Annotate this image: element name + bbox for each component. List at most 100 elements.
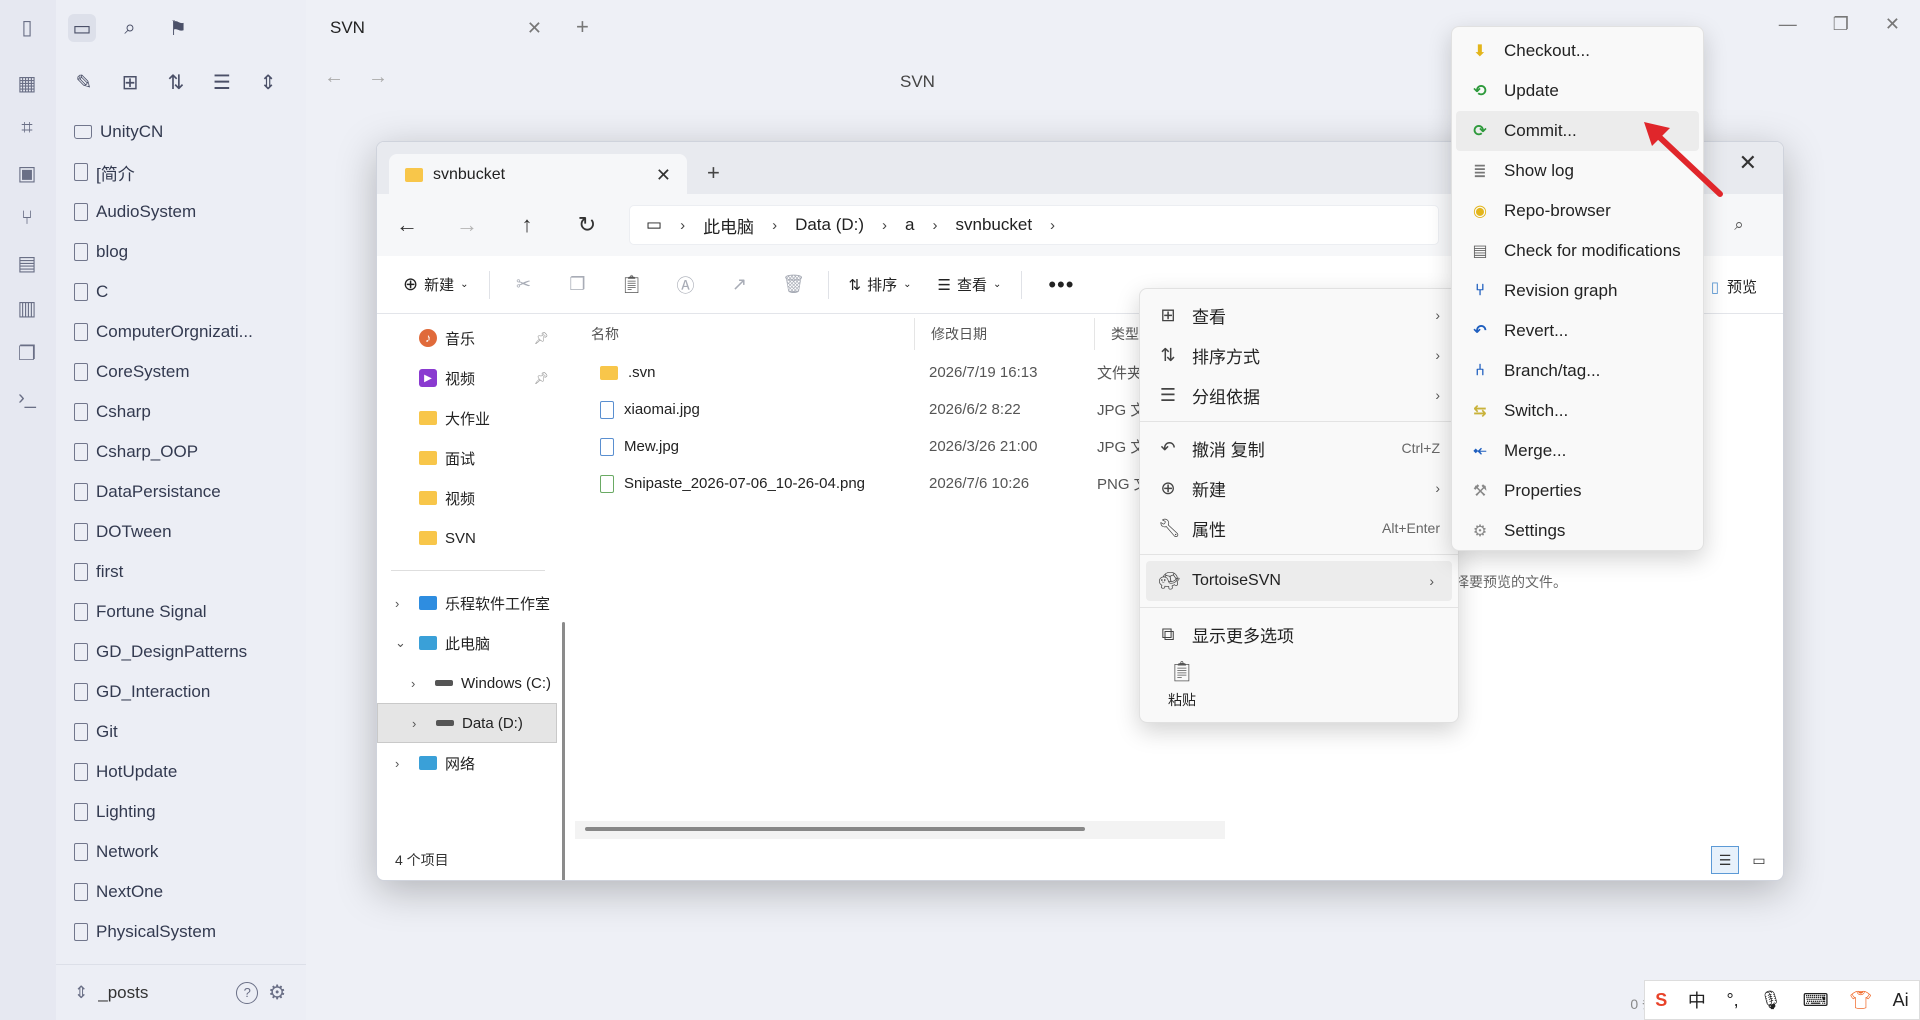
note-item[interactable]: Lighting	[74, 792, 304, 832]
quick-access-item[interactable]: 面试	[377, 438, 557, 478]
chevron-right-icon[interactable]: ›	[395, 756, 399, 771]
context-menu-item[interactable]: 🐢︎ TortoiseSVN ›	[1146, 561, 1452, 601]
note-item[interactable]: Fortune Signal	[74, 592, 304, 632]
note-item[interactable]: AudioSystem	[74, 192, 304, 232]
file-row[interactable]: xiaomai.jpg 2026/6/2 8:22 JPG 文件	[575, 391, 1225, 428]
svn-menu-item[interactable]: ↶ Revert...	[1452, 311, 1703, 351]
note-item[interactable]: Network	[74, 832, 304, 872]
folder-item[interactable]: UnityCN	[74, 112, 304, 152]
note-item[interactable]: Csharp_OOP	[74, 432, 304, 472]
ime-punct-icon[interactable]: °,	[1726, 990, 1738, 1011]
back-arrow-icon[interactable]: ←	[377, 212, 437, 238]
sort-button[interactable]: ⇅ 排序 ⌄	[843, 267, 918, 303]
keyboard-icon[interactable]: ⌨	[1803, 990, 1829, 1011]
new-tab-icon[interactable]: +	[707, 160, 720, 186]
expand-all-icon[interactable]: ⇕	[254, 68, 282, 96]
graph-icon[interactable]: ⌗	[14, 115, 40, 141]
copy-icon[interactable]: ❐	[14, 340, 40, 366]
nav-tree-item[interactable]: › 乐程软件工作室	[377, 583, 557, 623]
note-item[interactable]: C	[74, 272, 304, 312]
explorer-tab[interactable]: svnbucket ✕	[389, 154, 687, 196]
svn-menu-item[interactable]: ▤ Check for modifications	[1452, 231, 1703, 271]
note-item[interactable]: blog	[74, 232, 304, 272]
svn-menu-item[interactable]: ⟲ Update	[1452, 71, 1703, 111]
file-row[interactable]: Mew.jpg 2026/3/26 21:00 JPG 文件	[575, 428, 1225, 465]
forward-icon[interactable]: →	[368, 66, 388, 89]
chevron-right-icon[interactable]: ›	[395, 596, 399, 611]
column-date[interactable]: 修改日期	[915, 317, 1095, 350]
note-item[interactable]: GD_Interaction	[74, 672, 304, 712]
minimize-icon[interactable]: —	[1779, 14, 1797, 35]
svn-menu-item[interactable]: ⬇ Checkout...	[1452, 31, 1703, 71]
address-bar[interactable]: ▭ › 此电脑 › Data (D:) › a › svnbucket ›	[629, 205, 1439, 245]
forward-arrow-icon[interactable]: →	[437, 212, 497, 238]
chevron-right-icon[interactable]: ›	[412, 716, 416, 731]
file-row[interactable]: Snipaste_2026-07-06_10-26-04.png 2026/7/6…	[575, 465, 1225, 502]
close-tab-icon[interactable]: ✕	[527, 18, 542, 39]
svn-menu-item[interactable]: ⇆ Switch...	[1452, 391, 1703, 431]
breadcrumb-folder-svnbucket[interactable]: svnbucket	[956, 215, 1033, 235]
note-item[interactable]: ComputerOrgnizati...	[74, 312, 304, 352]
search-icon[interactable]: ⌕	[116, 14, 144, 42]
calendar-icon[interactable]: ▥	[14, 295, 40, 321]
chevron-down-icon[interactable]: ⌄	[395, 635, 406, 651]
search-icon[interactable]: ⌕	[1719, 205, 1759, 245]
skin-icon[interactable]: 👕︎	[1849, 990, 1872, 1011]
help-icon[interactable]: ?	[236, 981, 259, 1004]
quick-access-item[interactable]: ▶ 视频 📌︎	[377, 358, 557, 398]
context-menu-item[interactable]: ⊕ 新建 ›	[1140, 468, 1458, 508]
quick-access-item[interactable]: 大作业	[377, 398, 557, 438]
svn-menu-item[interactable]: ⤝ Merge...	[1452, 431, 1703, 471]
nav-tree-item[interactable]: › Data (D:)	[377, 703, 557, 743]
tiles-view-icon[interactable]: ▭	[1745, 846, 1773, 874]
collapse-icon[interactable]: ☰	[208, 68, 236, 96]
paste-button[interactable]: 📋︎ 粘贴	[1162, 659, 1202, 710]
canvas-icon[interactable]: ▤	[14, 250, 40, 276]
breadcrumb-folder-a[interactable]: a	[905, 215, 914, 235]
breadcrumb-drive[interactable]: Data (D:)	[795, 215, 864, 235]
ai-icon[interactable]: Ai	[1893, 990, 1909, 1011]
sidebar-toggle-icon[interactable]: ▯	[14, 14, 40, 40]
close-tab-icon[interactable]: ✕	[656, 165, 671, 186]
note-item[interactable]: CoreSystem	[74, 352, 304, 392]
quick-access-item[interactable]: ♪ 音乐 📌︎	[377, 318, 557, 358]
nav-scrollbar[interactable]	[560, 322, 568, 880]
paste-icon[interactable]: 📋︎	[612, 267, 652, 303]
file-row[interactable]: .svn 2026/7/19 16:13 文件夹	[575, 354, 1225, 391]
restore-icon[interactable]: ❐	[1833, 14, 1849, 35]
close-window-icon[interactable]: ✕	[1885, 14, 1900, 35]
note-item[interactable]: GD_DesignPatterns	[74, 632, 304, 672]
vault-switcher[interactable]: ⇕ _posts ? ⚙	[56, 964, 306, 1020]
svn-menu-item[interactable]: ⑂ Revision graph	[1452, 271, 1703, 311]
nav-tree-item[interactable]: › 网络	[377, 743, 557, 783]
files-icon[interactable]: ▭	[68, 14, 96, 42]
svn-menu-item[interactable]: ⚙ Settings	[1452, 511, 1703, 551]
new-button[interactable]: ⊕ 新建 ⌄	[397, 267, 475, 303]
note-item[interactable]: DOTween	[74, 512, 304, 552]
ime-lang-icon[interactable]: 中	[1688, 987, 1706, 1013]
context-menu-item[interactable]: ↶ 撤消 复制 Ctrl+Z	[1140, 428, 1458, 468]
copy-icon[interactable]: ❐	[558, 267, 598, 303]
view-button[interactable]: ☰ 查看 ⌄	[931, 267, 1007, 303]
context-menu-item[interactable]: 🔧︎ 属性 Alt+Enter	[1140, 508, 1458, 548]
quick-access-item[interactable]: 视频	[377, 478, 557, 518]
column-name[interactable]: 名称	[575, 317, 915, 350]
terminal-icon[interactable]: ›_	[14, 385, 40, 411]
rename-icon[interactable]: Ⓐ	[666, 267, 706, 303]
breadcrumb-root[interactable]: 此电脑	[703, 213, 754, 238]
note-item[interactable]: Git	[74, 712, 304, 752]
up-arrow-icon[interactable]: ↑	[497, 212, 557, 238]
chevron-right-icon[interactable]: ›	[411, 676, 415, 691]
note-item[interactable]: NextOne	[74, 872, 304, 912]
nav-tree-item[interactable]: › Windows (C:)	[377, 663, 557, 703]
sort-icon[interactable]: ⇅	[162, 68, 190, 96]
scrollbar-thumb[interactable]	[585, 827, 1085, 831]
more-options-icon[interactable]: •••	[1048, 272, 1074, 298]
svn-menu-item[interactable]: ⑃ Branch/tag...	[1452, 351, 1703, 391]
settings-gear-icon[interactable]: ⚙	[268, 980, 286, 1005]
preview-button[interactable]: ▯ 预览	[1711, 276, 1757, 297]
share-icon[interactable]: ↗	[720, 267, 760, 303]
context-menu-item[interactable]: ⇅ 排序方式 ›	[1140, 335, 1458, 375]
git-icon[interactable]: ⑂	[14, 205, 40, 231]
context-menu-item[interactable]: ⧉ 显示更多选项	[1140, 614, 1458, 654]
